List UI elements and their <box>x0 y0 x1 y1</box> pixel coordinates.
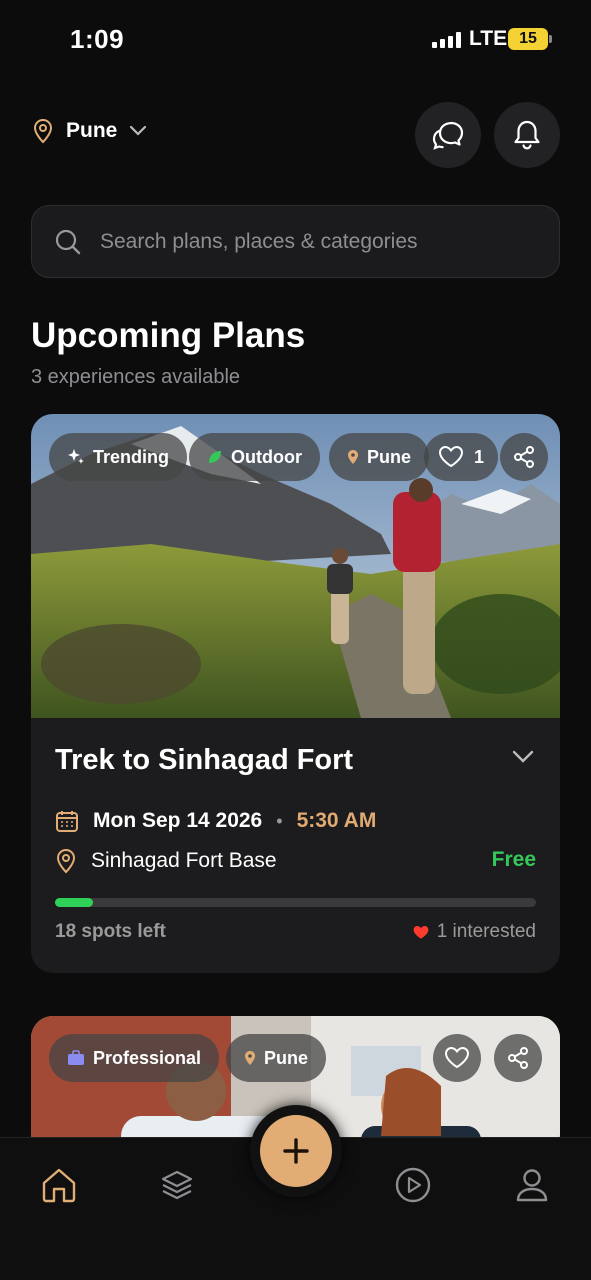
heart-filled-icon <box>413 925 429 939</box>
notifications-button[interactable] <box>494 102 560 168</box>
search-bar[interactable] <box>31 205 560 278</box>
sparkles-icon <box>68 449 84 464</box>
chat-icon <box>432 121 464 150</box>
bell-icon <box>514 120 540 150</box>
battery-level: 15 <box>519 30 537 47</box>
like-count: 1 <box>474 446 485 467</box>
spots-progress-fill <box>55 898 94 907</box>
plan-venue-row: Sinhagad Fort Base <box>55 848 277 874</box>
interested-label: 1 interested <box>436 921 536 942</box>
create-plan-button[interactable] <box>250 1105 342 1197</box>
map-pin-icon <box>56 848 76 874</box>
plan-image: Trending Outdoor Pune 1 <box>31 414 560 718</box>
briefcase-icon <box>68 1050 84 1065</box>
tag-outdoor[interactable]: Outdoor <box>189 433 320 481</box>
section-subtitle: 3 experiences available <box>31 366 241 388</box>
share-icon <box>508 1047 528 1069</box>
plan-title: Trek to Sinhagad Fort <box>55 744 354 776</box>
tag-trending[interactable]: Trending <box>49 433 187 481</box>
plus-icon <box>283 1138 309 1164</box>
map-pin-icon <box>348 450 358 464</box>
location-selector[interactable]: Pune <box>32 118 147 144</box>
tag-label: Professional <box>93 1047 202 1068</box>
like-button[interactable] <box>433 1034 481 1082</box>
spots-left: 18 spots left <box>55 921 166 942</box>
nav-profile[interactable] <box>507 1160 557 1210</box>
plan-date: Mon Sep 14 2026 <box>93 809 263 832</box>
chat-button[interactable] <box>415 102 481 168</box>
like-button[interactable]: 1 <box>424 433 499 481</box>
tag-label: Pune <box>367 446 412 467</box>
interested-count[interactable]: 1 interested <box>413 921 536 943</box>
plan-price: Free <box>491 848 536 871</box>
plan-date-row: Mon Sep 14 2026 • 5:30 AM <box>55 809 376 833</box>
nav-home[interactable] <box>34 1160 84 1210</box>
plan-time: 5:30 AM <box>296 809 377 832</box>
network-label: LTE <box>469 27 508 50</box>
section-title: Upcoming Plans <box>31 316 306 355</box>
chevron-down-icon <box>130 125 147 136</box>
leaf-icon <box>209 451 221 463</box>
calendar-icon <box>56 811 78 832</box>
nav-layers[interactable] <box>152 1160 202 1210</box>
location-label: Pune <box>66 119 118 142</box>
tag-location[interactable]: Pune <box>226 1034 327 1082</box>
user-icon <box>516 1169 548 1202</box>
tag-location[interactable]: Pune <box>329 433 430 481</box>
separator-dot: • <box>276 810 283 831</box>
tag-label: Outdoor <box>231 446 302 467</box>
plan-venue: Sinhagad Fort Base <box>91 849 277 872</box>
spots-progress-bar <box>55 898 536 907</box>
heart-icon <box>438 445 464 468</box>
status-time: 1:09 <box>70 24 125 54</box>
home-icon <box>42 1168 76 1203</box>
share-icon <box>514 446 534 468</box>
play-circle-icon <box>395 1167 431 1203</box>
heart-icon <box>444 1046 470 1069</box>
layers-icon <box>161 1170 193 1200</box>
create-plan-fab[interactable] <box>260 1115 332 1187</box>
status-bar: 1:09 LTE 15 <box>0 0 591 80</box>
map-pin-icon <box>33 118 53 144</box>
search-icon <box>55 229 81 254</box>
chevron-down-icon[interactable] <box>512 750 534 764</box>
share-button[interactable] <box>494 1034 542 1082</box>
signal-icon <box>432 32 461 48</box>
nav-videos[interactable] <box>388 1160 438 1210</box>
search-input[interactable] <box>100 229 520 254</box>
share-button[interactable] <box>500 433 548 481</box>
tag-label: Trending <box>93 446 169 467</box>
tag-label: Pune <box>264 1047 309 1068</box>
map-pin-icon <box>245 1051 255 1065</box>
plan-card[interactable]: Trending Outdoor Pune 1 Trek to Sinhagad… <box>31 414 560 973</box>
tag-professional[interactable]: Professional <box>49 1034 220 1082</box>
battery-icon: 15 <box>508 28 552 50</box>
